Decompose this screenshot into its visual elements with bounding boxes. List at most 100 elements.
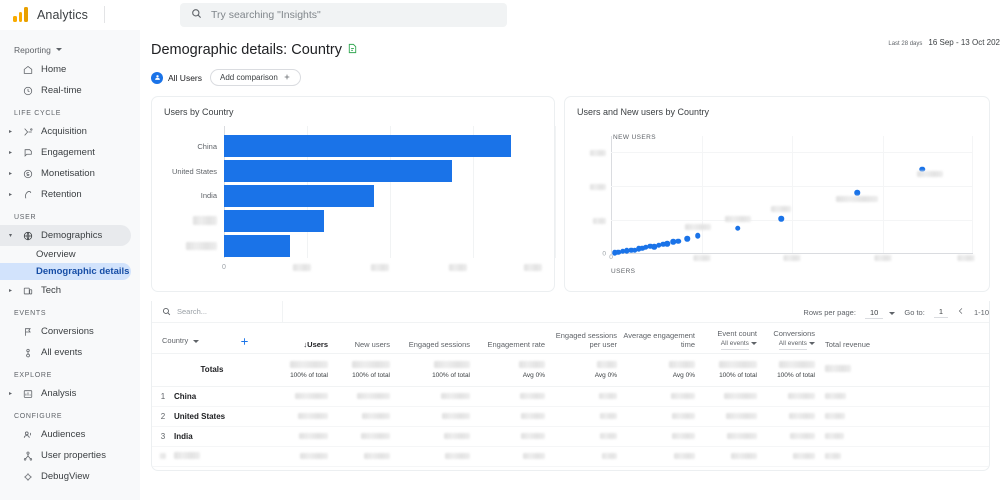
axis-tick bbox=[783, 255, 801, 262]
data-table-card: Rows per page: 10 Go to: 1 1-10 bbox=[151, 301, 990, 471]
home-icon bbox=[22, 65, 34, 75]
row-cell bbox=[763, 466, 822, 470]
add-dimension-icon[interactable] bbox=[239, 336, 250, 350]
table-row[interactable]: 3 India bbox=[152, 426, 989, 447]
axis-tick bbox=[590, 183, 606, 190]
sidebar-item-user-properties[interactable]: ▸ User properties bbox=[0, 445, 131, 466]
table-totals-row: Totals 100% of total 100% of total 100% … bbox=[152, 352, 989, 387]
sidebar-subitem-overview[interactable]: Overview bbox=[0, 246, 131, 263]
bar-rows: China United States India bbox=[172, 134, 536, 258]
expand-arrow-icon[interactable]: ▸ bbox=[9, 129, 15, 135]
sidebar-item-real-time[interactable]: ▸ Real-time bbox=[0, 80, 131, 101]
sidebar-item-demographics[interactable]: ▾ Demographics bbox=[0, 225, 131, 246]
sidebar-item-label: Analysis bbox=[41, 388, 77, 399]
row-index bbox=[152, 466, 174, 470]
rows-per-page-select[interactable]: 10 bbox=[864, 307, 896, 319]
axis-tick bbox=[293, 264, 311, 271]
plus-icon bbox=[283, 73, 291, 83]
bar-row[interactable] bbox=[193, 208, 536, 233]
collapse-arrow-icon[interactable]: ▾ bbox=[9, 233, 15, 239]
row-cell bbox=[334, 426, 397, 447]
bar-row[interactable] bbox=[186, 233, 536, 258]
add-comparison-button[interactable]: Add comparison bbox=[210, 69, 301, 86]
bar-row[interactable]: China bbox=[197, 134, 536, 159]
row-cell bbox=[334, 406, 397, 427]
totals-cell: 100% of total bbox=[396, 352, 477, 387]
search-input[interactable] bbox=[211, 9, 496, 21]
sidebar-item-conversions[interactable]: ▸ Conversions bbox=[0, 321, 131, 342]
row-cell bbox=[623, 446, 702, 467]
sidebar-item-audiences[interactable]: ▸ Audiences bbox=[0, 424, 131, 445]
sidebar-item-analysis[interactable]: ▸ Analysis bbox=[0, 383, 131, 404]
expand-arrow-icon[interactable]: ▸ bbox=[9, 288, 15, 294]
chevron-left-icon[interactable] bbox=[957, 307, 965, 317]
divider bbox=[282, 301, 283, 323]
sidebar-item-label: Conversions bbox=[41, 326, 94, 337]
goto-input[interactable]: 1 bbox=[933, 307, 948, 318]
segment-chip-all-users[interactable]: All Users bbox=[151, 71, 202, 84]
sidebar-item-retention[interactable]: ▸ Retention bbox=[0, 184, 131, 205]
row-cell bbox=[396, 406, 477, 427]
sidebar-item-debugview[interactable]: ▸ DebugView bbox=[0, 466, 131, 487]
row-cell bbox=[701, 466, 764, 470]
row-dimension[interactable]: India bbox=[174, 426, 273, 447]
chart-title: Users by Country bbox=[164, 107, 234, 117]
sidebar-item-tech[interactable]: ▸ Tech bbox=[0, 280, 131, 301]
table-row[interactable] bbox=[152, 446, 989, 467]
global-search[interactable] bbox=[180, 3, 507, 27]
sidebar-subitem-demographic-details[interactable]: Demographic details bbox=[0, 263, 131, 280]
column-header-total-revenue[interactable]: Total revenue bbox=[821, 323, 887, 353]
sidebar-item-all-events[interactable]: ▸ All events bbox=[0, 342, 131, 363]
expand-arrow-icon[interactable]: ▸ bbox=[9, 150, 15, 156]
column-header-country[interactable]: Country bbox=[152, 323, 272, 353]
row-cell bbox=[272, 466, 335, 470]
google-analytics-logo-icon bbox=[13, 7, 30, 22]
flag-icon bbox=[22, 327, 34, 337]
bar-row[interactable]: India bbox=[201, 184, 536, 209]
table-row[interactable]: 1 China bbox=[152, 386, 989, 407]
sidebar-item-monetisation[interactable]: ▸ Monetisation bbox=[0, 163, 131, 184]
column-header-engaged-sessions-per-user[interactable]: Engaged sessions per user bbox=[551, 323, 623, 353]
bar-row[interactable]: United States bbox=[172, 159, 536, 184]
row-dimension[interactable] bbox=[174, 466, 273, 470]
row-dimension[interactable] bbox=[174, 446, 273, 467]
date-range-selector[interactable]: Last 28 days 16 Sep - 13 Oct 202 bbox=[888, 38, 1000, 47]
column-header-conversions[interactable]: Conversions All events bbox=[763, 323, 821, 353]
brand[interactable]: Analytics bbox=[0, 6, 158, 23]
axis-tick bbox=[449, 264, 467, 271]
expand-arrow-icon[interactable]: ▸ bbox=[9, 171, 15, 177]
table-search-input[interactable] bbox=[177, 307, 267, 316]
column-header-users[interactable]: ↓Users bbox=[272, 323, 334, 353]
row-cell bbox=[623, 426, 702, 447]
chevron-down-icon bbox=[809, 342, 816, 345]
column-subfilter[interactable]: All events bbox=[778, 339, 807, 350]
table-search[interactable] bbox=[152, 303, 282, 321]
bar-x-axis: 0 bbox=[222, 262, 542, 280]
column-header-average-engagement-time[interactable]: Average engagement time bbox=[623, 323, 701, 353]
row-cell bbox=[551, 446, 624, 467]
sidebar-item-engagement[interactable]: ▸ Engagement bbox=[0, 142, 131, 163]
table-row[interactable]: 2 United States bbox=[152, 406, 989, 427]
sidebar-item-home[interactable]: ▸ Home bbox=[0, 59, 131, 80]
sidebar-item-label: Acquisition bbox=[41, 126, 87, 137]
column-header-engagement-rate[interactable]: Engagement rate bbox=[476, 323, 551, 353]
expand-arrow-icon[interactable]: ▸ bbox=[9, 391, 15, 397]
table-row[interactable] bbox=[152, 466, 989, 470]
chevron-down-icon bbox=[889, 311, 896, 315]
row-dimension[interactable]: China bbox=[174, 386, 273, 407]
row-cell bbox=[396, 446, 477, 467]
sidebar-item-acquisition[interactable]: ▸ Acquisition bbox=[0, 121, 131, 142]
column-subfilter[interactable]: All events bbox=[720, 339, 749, 350]
scatter-point bbox=[675, 238, 682, 244]
insights-doc-icon[interactable] bbox=[347, 42, 358, 58]
row-dimension[interactable]: United States bbox=[174, 406, 273, 427]
column-header-new-users[interactable]: New users bbox=[334, 323, 396, 353]
column-header-event-count[interactable]: Event count All events bbox=[701, 323, 763, 353]
monetisation-icon bbox=[22, 169, 34, 179]
column-header-engaged-sessions[interactable]: Engaged sessions bbox=[396, 323, 476, 353]
reporting-selector[interactable]: Reporting bbox=[0, 40, 140, 59]
expand-arrow-icon[interactable]: ▸ bbox=[9, 192, 15, 198]
rows-per-page-value: 10 bbox=[864, 307, 884, 319]
row-cell bbox=[623, 386, 702, 407]
bar-chart: China United States India 0 bbox=[164, 126, 556, 280]
